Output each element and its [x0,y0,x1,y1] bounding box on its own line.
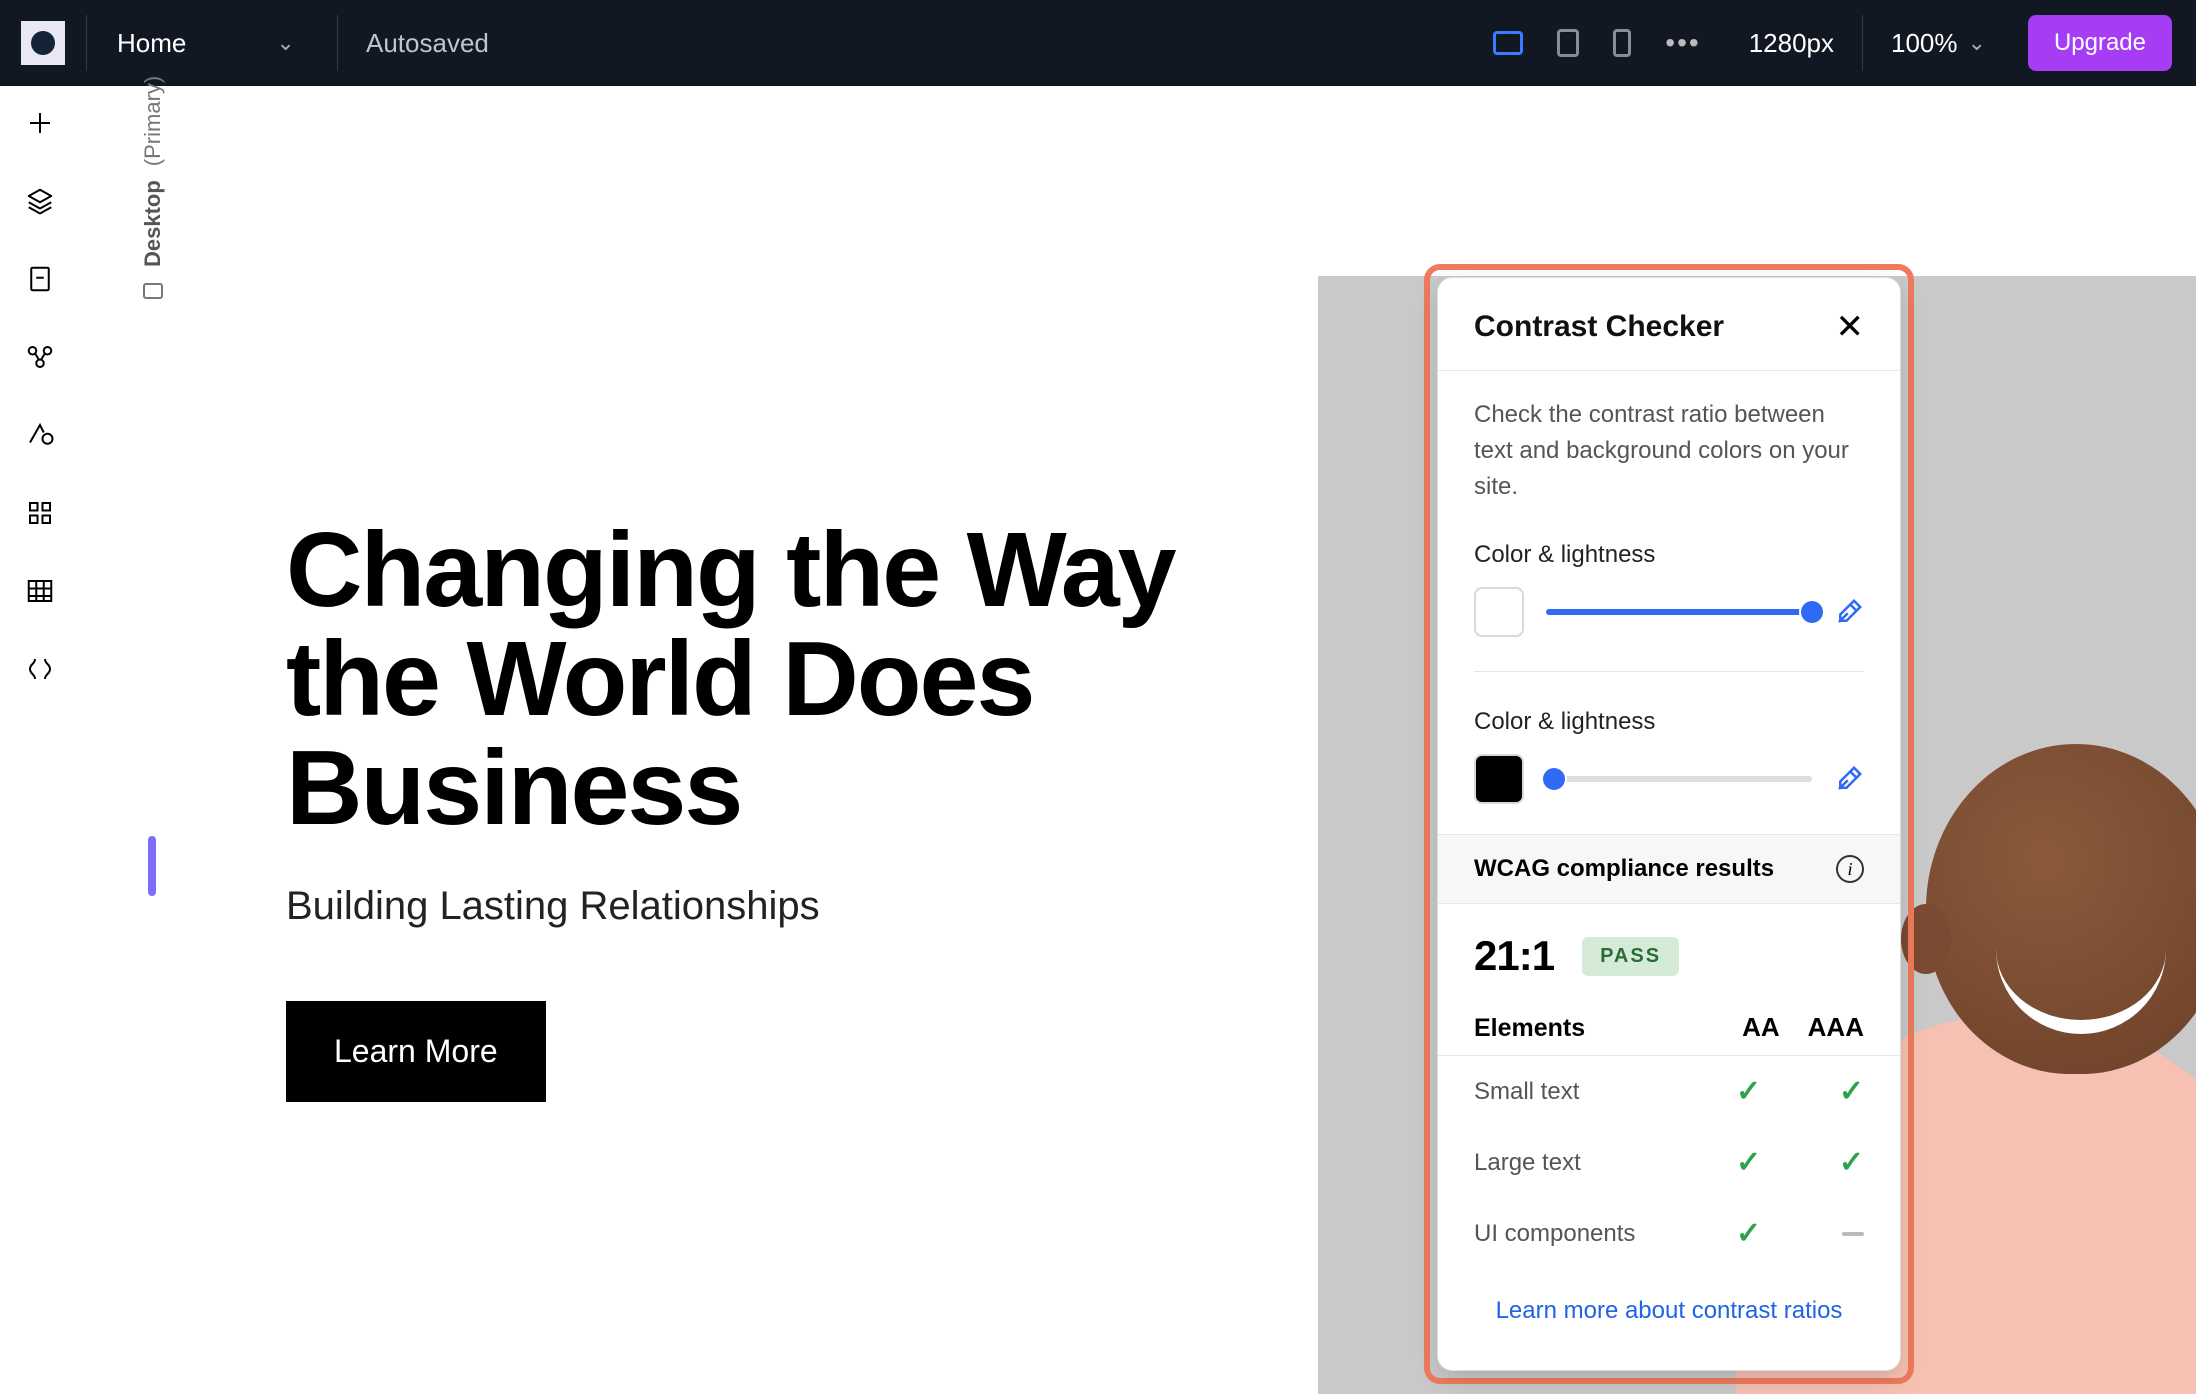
zoom-value: 100% [1891,28,1958,59]
left-toolbar [0,86,80,1394]
lightness-slider-foreground[interactable] [1546,609,1812,615]
cms-icon[interactable] [23,340,57,374]
hero-cta-button[interactable]: Learn More [286,1001,546,1102]
contrast-checker-highlight: Contrast Checker ✕ Check the contrast ra… [1424,264,1914,1384]
autosave-status: Autosaved [338,28,1473,59]
desktop-icon[interactable] [1493,31,1523,55]
info-icon[interactable]: i [1836,855,1864,883]
close-icon[interactable]: ✕ [1836,310,1865,344]
page-selector[interactable]: Home ⌄ [87,28,337,59]
learn-more-link[interactable]: Learn more about contrast ratios [1496,1297,1843,1324]
canvas[interactable]: Desktop (Primary) Changing the Way the W… [80,86,2196,1394]
device-switcher: ••• [1473,27,1720,59]
results-table-header: Elements AA AAA [1438,988,1900,1056]
check-icon: ✓ [1736,1145,1761,1180]
hero-text-column[interactable]: Changing the Way the World Does Business… [200,276,1318,1394]
contrast-checker-panel: Contrast Checker ✕ Check the contrast ra… [1438,278,1900,1370]
column-aa: AA [1742,1012,1780,1043]
check-icon: ✓ [1736,1074,1761,1109]
eyedropper-icon[interactable] [1834,597,1864,627]
breakpoint-name: Desktop [140,180,166,267]
mobile-icon[interactable] [1613,29,1631,57]
row-label: UI components [1474,1220,1635,1248]
result-row-ui-components: UI components ✓ [1438,1198,1900,1269]
row-label: Small text [1474,1078,1579,1106]
color-swatch-foreground[interactable] [1474,587,1524,637]
color-group-foreground: Color & lightness [1474,541,1864,637]
not-applicable-icon [1842,1232,1864,1236]
tablet-icon[interactable] [1557,29,1579,57]
data-icon[interactable] [23,574,57,608]
lightness-slider-background[interactable] [1546,776,1812,782]
upgrade-button[interactable]: Upgrade [2028,15,2172,71]
row-label: Large text [1474,1149,1581,1177]
layers-icon[interactable] [23,184,57,218]
site-header-placeholder[interactable] [200,136,2196,276]
theme-icon[interactable] [23,418,57,452]
eyedropper-icon[interactable] [1834,764,1864,794]
column-aaa: AAA [1808,1012,1864,1043]
pages-icon[interactable] [23,262,57,296]
hero-subtitle[interactable]: Building Lasting Relationships [286,884,1242,929]
topbar: Home ⌄ Autosaved ••• 1280px 100% ⌄ Upgra… [0,0,2196,86]
check-icon: ✓ [1839,1074,1864,1109]
canvas-width[interactable]: 1280px [1721,28,1862,59]
group-label: Color & lightness [1474,541,1864,569]
chevron-down-icon: ⌄ [1968,30,1986,56]
group-label: Color & lightness [1474,708,1864,736]
result-row-large-text: Large text ✓ ✓ [1438,1127,1900,1198]
breakpoint-label[interactable]: Desktop (Primary) [140,76,166,301]
app-logo[interactable] [0,0,86,86]
ratio-row: 21:1 PASS [1438,904,1900,988]
check-icon: ✓ [1839,1145,1864,1180]
contrast-ratio: 21:1 [1474,932,1554,980]
page-name: Home [117,28,186,59]
code-icon[interactable] [23,652,57,686]
apps-icon[interactable] [23,496,57,530]
pass-badge: PASS [1582,937,1679,976]
wcag-heading: WCAG compliance results [1474,855,1774,883]
check-icon: ✓ [1736,1216,1761,1251]
desktop-icon [143,283,163,299]
elements-label: Elements [1474,1014,1585,1043]
zoom-control[interactable]: 100% ⌄ [1863,28,2004,59]
color-group-background: Color & lightness [1474,708,1864,804]
hero-title[interactable]: Changing the Way the World Does Business [286,516,1242,844]
color-swatch-background[interactable] [1474,754,1524,804]
add-icon[interactable] [23,106,57,140]
breakpoint-suffix: (Primary) [140,76,166,166]
result-row-small-text: Small text ✓ ✓ [1438,1056,1900,1127]
panel-description: Check the contrast ratio between text an… [1474,397,1864,505]
more-breakpoints-icon[interactable]: ••• [1665,27,1700,59]
wcag-results-header: WCAG compliance results i [1438,834,1900,904]
chevron-down-icon: ⌄ [276,30,294,56]
panel-title: Contrast Checker [1474,310,1724,344]
selection-indicator [148,836,156,896]
